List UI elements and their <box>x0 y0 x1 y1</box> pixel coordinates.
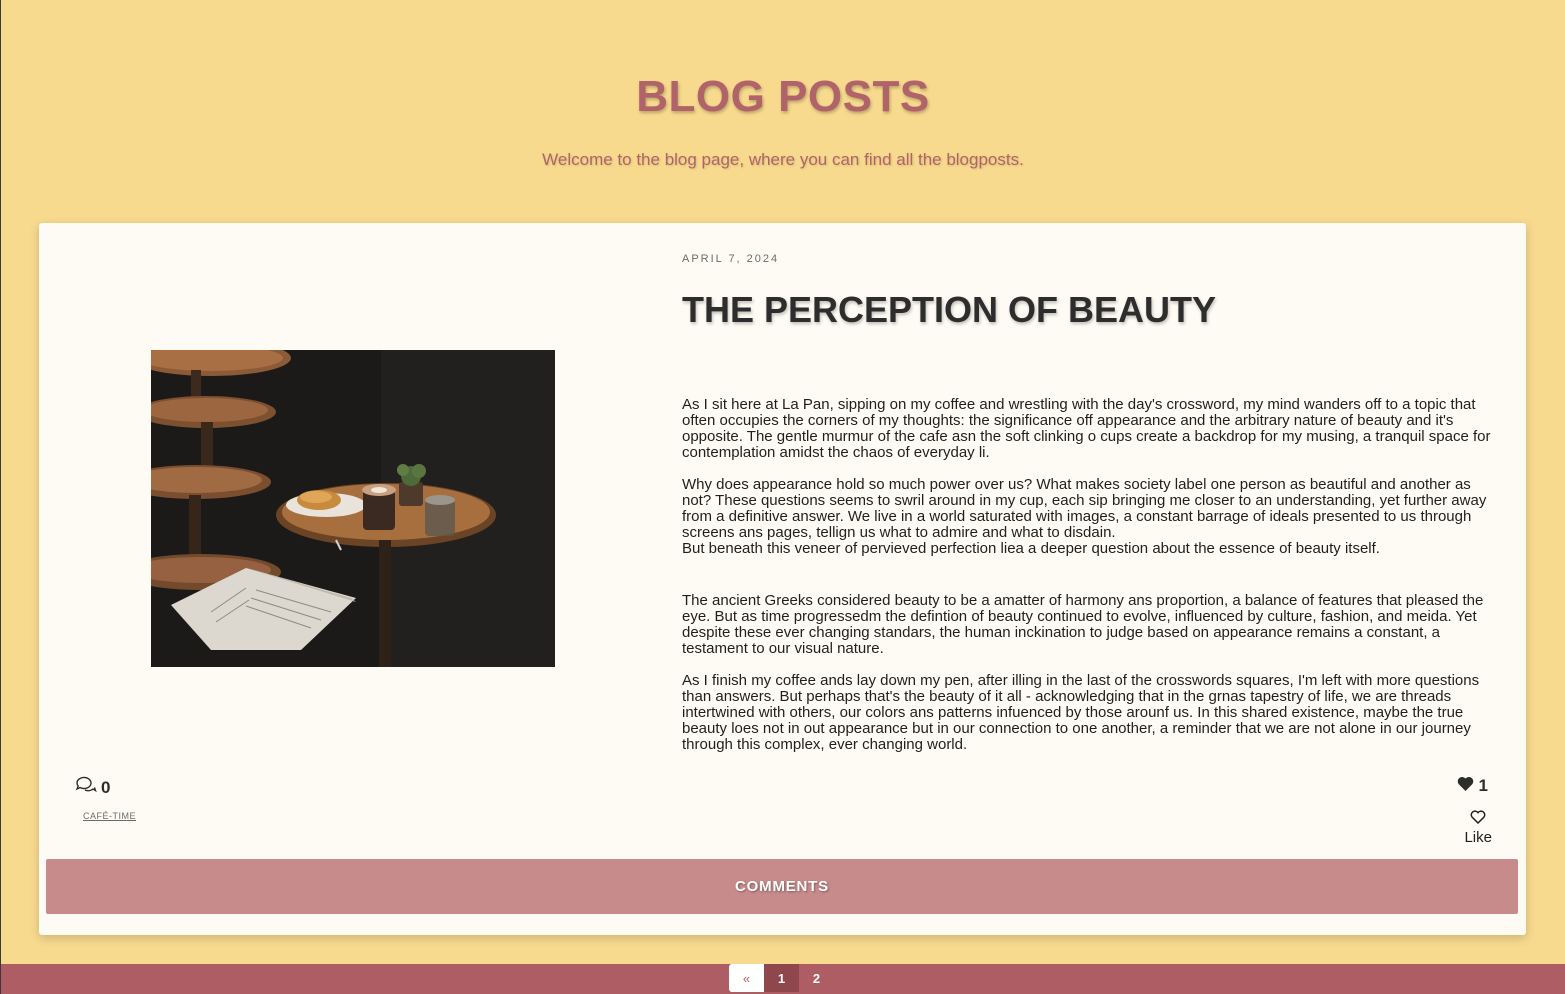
like-button[interactable]: Like <box>1464 810 1492 846</box>
post-paragraph: Why does appearance hold so much power o… <box>682 476 1487 541</box>
heart-outline-icon <box>1464 810 1492 824</box>
pagination-prev-button[interactable]: « <box>729 964 764 992</box>
post-paragraph: As I finish my coffee ands lay down my p… <box>682 672 1480 753</box>
post-paragraph: As I sit here at La Pan, sipping on my c… <box>682 396 1491 461</box>
comment-count[interactable]: 0 <box>75 776 110 799</box>
pagination: « 1 2 <box>729 964 834 992</box>
like-count-value: 1 <box>1478 776 1488 795</box>
post-paragraph: But beneath this veneer of pervieved per… <box>682 540 1380 557</box>
blog-post-card: APRIL 7, 2024 THE PERCEPTION OF BEAUTY A… <box>39 223 1526 935</box>
comments-button[interactable]: COMMENTS <box>46 859 1518 914</box>
page-header: BLOG POSTS Welcome to the blog page, whe… <box>1 0 1565 170</box>
heart-filled-icon <box>1457 776 1474 796</box>
like-button-label: Like <box>1464 829 1492 846</box>
post-image[interactable] <box>151 350 555 667</box>
post-title: THE PERCEPTION OF BEAUTY <box>682 289 1217 330</box>
page-subtitle: Welcome to the blog page, where you can … <box>542 150 1024 169</box>
page-title: BLOG POSTS <box>636 72 930 121</box>
chat-bubbles-icon <box>75 776 97 799</box>
pagination-page-2[interactable]: 2 <box>799 964 834 992</box>
comment-count-value: 0 <box>101 777 111 797</box>
post-tag-link[interactable]: CAFÉ-TIME <box>83 811 136 821</box>
post-body: As I sit here at La Pan, sipping on my c… <box>682 397 1492 769</box>
post-date: APRIL 7, 2024 <box>682 253 780 265</box>
post-paragraph: The ancient Greeks considered beauty to … <box>682 592 1484 657</box>
pagination-page-1[interactable]: 1 <box>764 964 799 992</box>
like-count: 1 <box>1457 776 1488 796</box>
cafe-table-photo <box>151 350 555 667</box>
